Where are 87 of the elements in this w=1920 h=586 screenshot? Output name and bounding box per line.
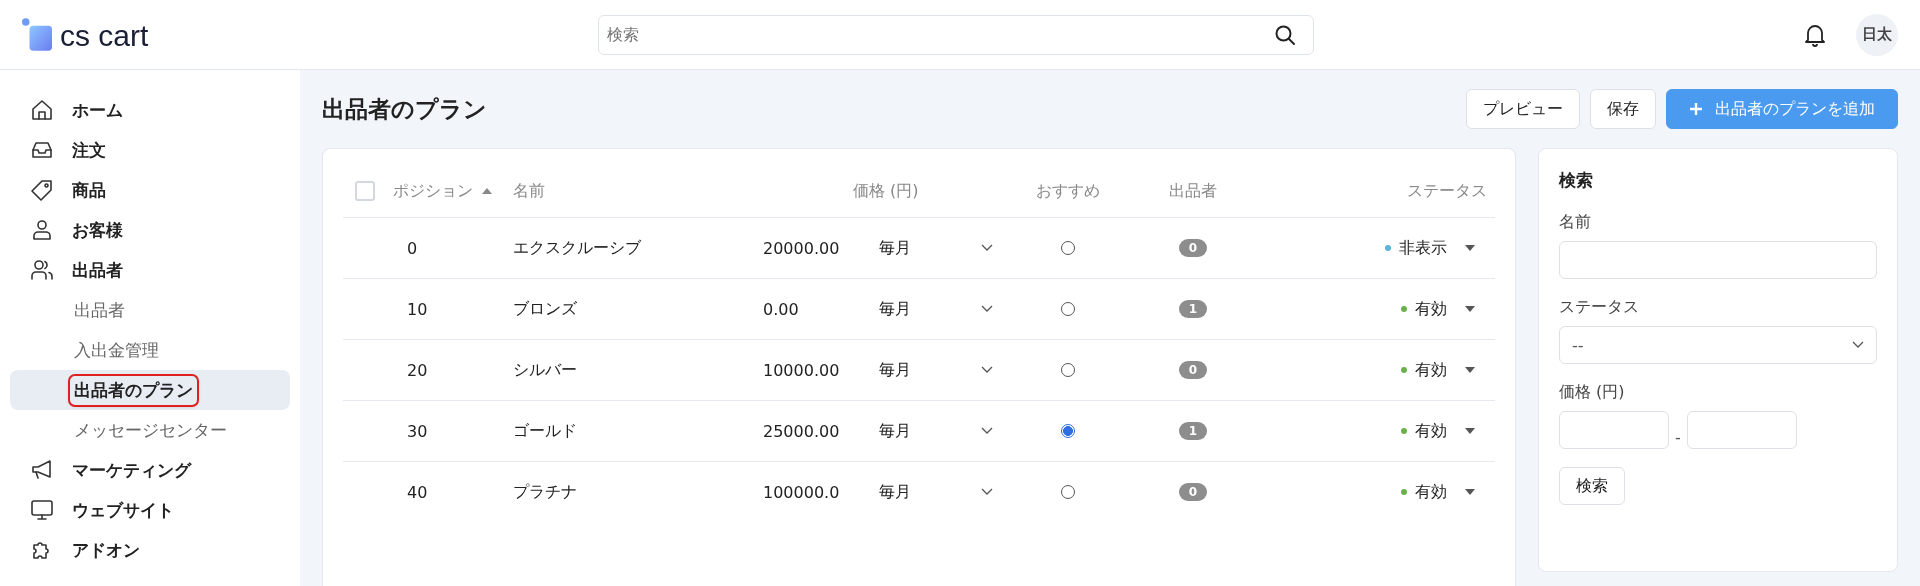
price-input[interactable]: 100000.0 <box>763 482 873 502</box>
search-icon[interactable] <box>1274 23 1296 46</box>
table-cell-text: 0 <box>406 238 419 258</box>
vendor-count-badge: 1 <box>1178 422 1208 440</box>
status-dropdown[interactable]: 有効 <box>1253 481 1495 503</box>
price-input[interactable]: 20000.00 <box>763 238 873 258</box>
chevron-down-icon <box>981 488 993 496</box>
range-separator: - <box>1675 426 1681 447</box>
caret-down-icon <box>1465 428 1475 434</box>
price-input[interactable]: 10000.00 <box>763 360 873 380</box>
field-label: 価格 (円) <box>1559 382 1625 403</box>
vendor-count-badge: 0 <box>1178 239 1208 257</box>
column-header[interactable]: ポジション <box>393 180 513 202</box>
vendor-count-badge: 0 <box>1178 483 1208 501</box>
caret-down-icon <box>1465 367 1475 373</box>
period-select[interactable]: 毎月 <box>873 237 1003 259</box>
column-header[interactable]: 出品者 <box>1133 180 1253 202</box>
page-title: 出品者のプラン <box>322 94 487 124</box>
period-select[interactable]: 毎月 <box>873 420 1003 442</box>
column-header[interactable]: 価格 (円) <box>763 180 1003 202</box>
plan-name-link[interactable]: プラチナ <box>513 481 763 503</box>
sidebar-subitem[interactable]: 出品者 <box>10 290 290 330</box>
sidebar-subitem[interactable]: メッセージセンター <box>10 410 290 450</box>
bell-icon[interactable] <box>1804 22 1826 47</box>
field-label: 名前 <box>1559 212 1591 233</box>
column-header[interactable]: 名前 <box>513 180 763 202</box>
period-select[interactable]: 毎月 <box>873 359 1003 381</box>
plan-name-link[interactable]: ゴールド <box>513 420 763 442</box>
sidebar-item[interactable]: 注文 <box>10 130 290 170</box>
table-cell-text: 20 <box>406 360 429 380</box>
megaphone-icon <box>30 458 54 482</box>
vendor-count-badge: 1 <box>1178 300 1208 318</box>
toolbar-button[interactable]: 保存 <box>1590 89 1656 129</box>
name-input[interactable] <box>1559 241 1877 279</box>
field-label: ステータス <box>1559 297 1639 318</box>
status-select[interactable]: -- <box>1559 326 1877 364</box>
chevron-down-icon <box>981 366 993 374</box>
price-input[interactable]: 25000.00 <box>763 421 873 441</box>
toolbar-button[interactable]: プレビュー <box>1466 89 1580 129</box>
price-from-input[interactable] <box>1559 411 1669 449</box>
caret-down-icon <box>1465 489 1475 495</box>
plan-name-link[interactable]: エクスクルーシブ <box>513 237 763 259</box>
logo-text: cs cart <box>60 21 149 51</box>
chevron-down-icon <box>981 244 993 252</box>
logo-icon <box>22 18 52 51</box>
chevron-down-icon <box>981 427 993 435</box>
sidebar-item[interactable]: 出品者 <box>10 250 290 290</box>
sidebar-subitem[interactable]: 入出金管理 <box>10 330 290 370</box>
table-cell-text: 30 <box>406 421 429 441</box>
plan-name-link[interactable]: ブロンズ <box>513 298 763 320</box>
recommended-radio[interactable] <box>1061 424 1075 438</box>
period-select[interactable]: 毎月 <box>873 481 1003 503</box>
price-input[interactable]: 0.00 <box>763 299 873 319</box>
sidebar-item[interactable]: ウェブサイト <box>10 490 290 530</box>
table-cell-text: 40 <box>406 482 429 502</box>
table-cell-text: 10 <box>406 299 429 319</box>
user-icon <box>30 218 54 242</box>
monitor-icon <box>30 498 54 522</box>
caret-down-icon <box>1465 306 1475 312</box>
plan-name-link[interactable]: シルバー <box>513 359 763 381</box>
status-dropdown[interactable]: 有効 <box>1253 359 1495 381</box>
search-field[interactable]: 検索 <box>598 14 1314 55</box>
status-dropdown[interactable]: 非表示 <box>1253 237 1495 259</box>
chevron-down-icon <box>1852 341 1864 349</box>
chevron-down-icon <box>981 305 993 313</box>
sidebar-item[interactable]: ホーム <box>10 90 290 130</box>
user-avatar[interactable]: 日太 <box>1856 13 1898 56</box>
sidebar-item[interactable]: 商品 <box>10 170 290 210</box>
sidebar-item[interactable]: マーケティング <box>10 450 290 490</box>
column-header[interactable]: ステータス <box>1253 180 1495 202</box>
sidebar-subitem[interactable]: 出品者のプラン <box>10 370 290 410</box>
sidebar-item[interactable]: お客様 <box>10 210 290 250</box>
sidebar-item[interactable]: アドオン <box>10 530 290 570</box>
plus-icon <box>1689 102 1703 116</box>
panel-title: 検索 <box>1559 169 1593 192</box>
column-header[interactable]: おすすめ <box>1003 180 1133 202</box>
users-icon <box>30 258 54 282</box>
price-to-input[interactable] <box>1686 411 1797 449</box>
period-select[interactable]: 毎月 <box>873 298 1003 320</box>
vendor-count-badge: 0 <box>1178 361 1208 379</box>
tag-icon <box>30 178 54 202</box>
search-button[interactable]: 検索 <box>1559 467 1625 505</box>
select-all-checkbox[interactable] <box>355 181 375 201</box>
caret-down-icon <box>1465 245 1475 251</box>
status-dropdown[interactable]: 有効 <box>1253 298 1495 320</box>
status-dropdown[interactable]: 有効 <box>1253 420 1495 442</box>
home-icon <box>30 98 54 122</box>
